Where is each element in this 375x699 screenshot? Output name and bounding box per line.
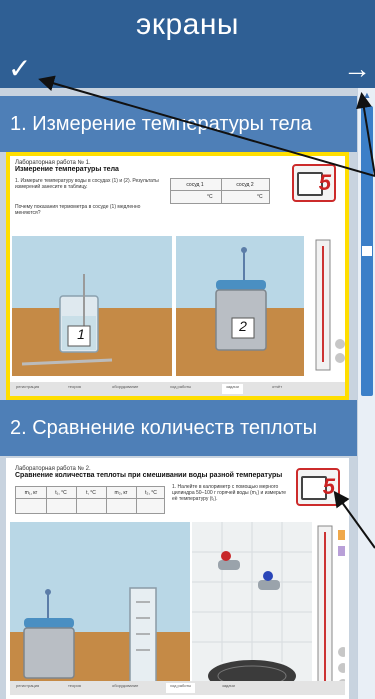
- table-header: t₁, °C: [55, 490, 67, 496]
- vessel-number-2: 2: [239, 318, 247, 334]
- scene-vessel-2: 2: [176, 236, 304, 376]
- lab-header: Лабораторная работа № 2. Сравнение колич…: [10, 462, 345, 522]
- table-header: t, °C: [86, 490, 96, 496]
- tab-theory: теория: [68, 683, 81, 688]
- check-icon[interactable]: ✓: [8, 54, 42, 84]
- calorimeter-icon: [19, 587, 157, 695]
- vessel-number-1: 1: [77, 326, 85, 342]
- scroll-up-arrow-icon[interactable]: ▲: [358, 88, 375, 102]
- unit-label: °C: [207, 194, 213, 200]
- screens-list[interactable]: 1. Измерение температуры тела Лабораторн…: [0, 88, 357, 699]
- tab-equipment: оборудование: [112, 384, 139, 389]
- table-header: m₂, кг: [114, 490, 128, 496]
- scene-faucets: [192, 522, 312, 695]
- calorimeter-icon: [215, 247, 267, 351]
- thermometer-icon: [315, 239, 345, 371]
- lab-header: Лабораторная работа № 1. Измерение темпе…: [10, 156, 345, 236]
- tab-procedure: ход работы: [166, 683, 196, 693]
- glass-beaker-icon: [21, 274, 113, 366]
- tab-tasks: задачи: [222, 683, 235, 688]
- tab-theory: теория: [68, 384, 81, 389]
- lab-tabs: регистрация теория оборудование ход рабо…: [10, 681, 345, 695]
- table-header: t₂, °C: [145, 490, 157, 496]
- section-title-2[interactable]: 2. Сравнение количеств теплоты: [0, 400, 357, 456]
- textbook-icon[interactable]: 5: [292, 164, 336, 202]
- screen-thumbnail-2[interactable]: Лабораторная работа № 2. Сравнение колич…: [6, 458, 349, 699]
- scroll-marker: [362, 246, 372, 256]
- tab-tasks: задачи: [222, 384, 243, 394]
- lab-task-text: 1. Измерьте температуру воды в сосудах (…: [15, 178, 159, 190]
- tab-registration: регистрация: [16, 384, 40, 389]
- lab-work-name: Сравнение количества теплоты при смешива…: [15, 472, 283, 479]
- list-scrollbar[interactable]: ▲: [357, 88, 375, 699]
- tab-equipment: оборудование: [112, 683, 139, 688]
- unit-label: °C: [257, 194, 263, 200]
- table-header-vessel-1: сосуд 1: [186, 182, 204, 188]
- tab-registration: регистрация: [16, 683, 40, 688]
- tab-report: отчёт: [272, 384, 283, 389]
- next-arrow-icon[interactable]: →: [337, 54, 371, 84]
- lab-tabs: регистрация теория оборудование ход рабо…: [10, 382, 345, 396]
- tab-procedure: ход работы: [170, 384, 192, 389]
- scene-vessel-1: 1: [12, 236, 172, 376]
- table-header-vessel-2: сосуд 2: [236, 182, 254, 188]
- screen-thumbnail-1[interactable]: Лабораторная работа № 1. Измерение темпе…: [6, 152, 349, 400]
- textbook-number: 5: [318, 170, 331, 195]
- faucets-icon: [192, 522, 312, 692]
- thermometer-icon: [317, 525, 345, 695]
- lab-question-text: Почему показания термометра в сосуде (1)…: [15, 204, 141, 216]
- scene-mixing: [10, 522, 190, 695]
- lab-task-text: 1. Налейте в калориметр с помощью мерног…: [172, 484, 287, 502]
- results-table: сосуд 1 сосуд 2 °C °C: [170, 178, 270, 204]
- textbook-number: 5: [322, 474, 335, 499]
- screen-title: экраны: [136, 8, 239, 41]
- table-header: m₁, кг: [24, 490, 38, 496]
- textbook-icon[interactable]: 5: [296, 468, 340, 506]
- top-bar: экраны ✓ →: [0, 0, 375, 88]
- section-title-1[interactable]: 1. Измерение температуры тела: [0, 96, 357, 152]
- results-table: m₁, кг t₁, °C t, °C m₂, кг t₂, °C: [15, 486, 165, 514]
